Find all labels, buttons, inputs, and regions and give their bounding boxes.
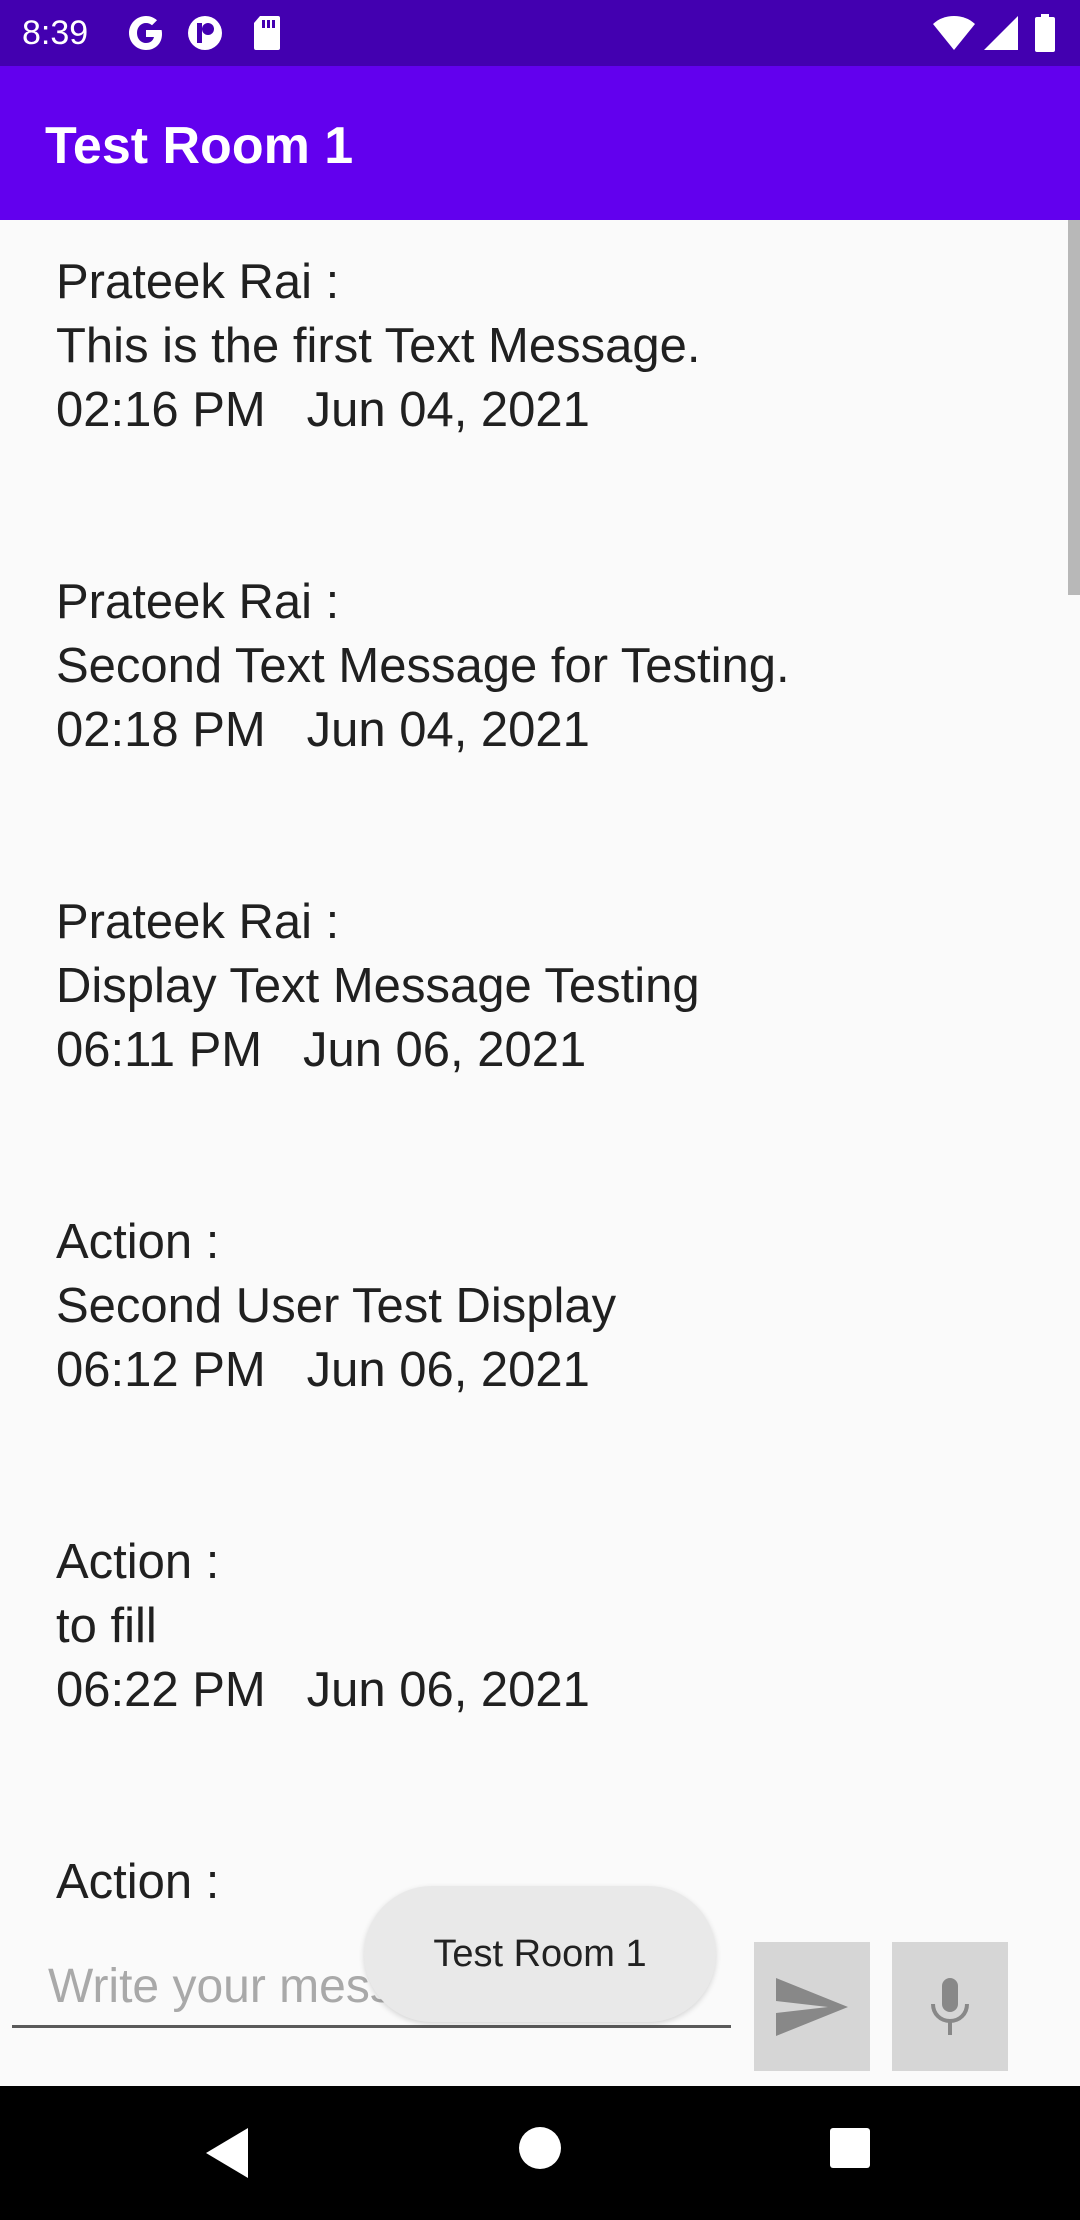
list-item: Prateek Rai : This is the first Text Mes… bbox=[56, 250, 701, 442]
message-timestamp: 06:22 PM Jun 06, 2021 bbox=[56, 1663, 590, 1717]
wifi-icon bbox=[933, 16, 975, 50]
message-sender: Action : bbox=[56, 1855, 220, 1906]
message-sender: Prateek Rai : bbox=[56, 895, 340, 949]
sd-card-icon bbox=[254, 16, 280, 50]
back-icon[interactable] bbox=[202, 2126, 252, 2180]
app-notification-icon bbox=[188, 16, 222, 50]
home-icon[interactable] bbox=[518, 2126, 562, 2170]
list-item: Action : Second User Test Display 06:12 … bbox=[56, 1210, 616, 1402]
message-list[interactable]: Prateek Rai : This is the first Text Mes… bbox=[0, 220, 1080, 1906]
status-system-icons bbox=[932, 14, 1062, 52]
page-title: Test Room 1 bbox=[45, 117, 354, 175]
toast: Test Room 1 bbox=[364, 1886, 716, 2022]
message-sender: Action : bbox=[56, 1215, 220, 1269]
send-icon bbox=[776, 1977, 848, 2036]
message-sender: Prateek Rai : bbox=[56, 575, 340, 629]
recents-icon[interactable] bbox=[828, 2126, 872, 2170]
message-sender: Action : bbox=[56, 1535, 220, 1589]
mic-icon bbox=[931, 1977, 969, 2035]
send-button[interactable] bbox=[754, 1942, 870, 2071]
app-bar: Test Room 1 bbox=[0, 66, 1080, 220]
list-item: Action : to fill 06:22 PM Jun 06, 2021 bbox=[56, 1530, 590, 1722]
message-text: to fill bbox=[56, 1599, 157, 1653]
google-g-icon bbox=[129, 16, 162, 50]
message-timestamp: 06:11 PM Jun 06, 2021 bbox=[56, 1023, 587, 1077]
list-item: Prateek Rai : Display Text Message Testi… bbox=[56, 890, 700, 1082]
scrollbar[interactable] bbox=[1068, 220, 1080, 595]
navigation-bar bbox=[0, 2086, 1080, 2220]
list-item: Prateek Rai : Second Text Message for Te… bbox=[56, 570, 790, 762]
list-item: Action : bbox=[56, 1850, 219, 1906]
message-text: Display Text Message Testing bbox=[56, 959, 700, 1013]
status-bar: 8:39 bbox=[0, 0, 1080, 66]
message-text: Second Text Message for Testing. bbox=[56, 639, 790, 693]
message-text: This is the first Text Message. bbox=[56, 319, 701, 373]
status-time: 8:39 bbox=[22, 14, 89, 52]
mic-button[interactable] bbox=[892, 1942, 1008, 2071]
message-timestamp: 06:12 PM Jun 06, 2021 bbox=[56, 1343, 590, 1397]
signal-icon bbox=[984, 16, 1018, 50]
battery-icon bbox=[1035, 14, 1055, 52]
message-timestamp: 02:16 PM Jun 04, 2021 bbox=[56, 383, 590, 437]
message-sender: Prateek Rai : bbox=[56, 255, 340, 309]
message-timestamp: 02:18 PM Jun 04, 2021 bbox=[56, 703, 590, 757]
message-text: Second User Test Display bbox=[56, 1279, 617, 1333]
